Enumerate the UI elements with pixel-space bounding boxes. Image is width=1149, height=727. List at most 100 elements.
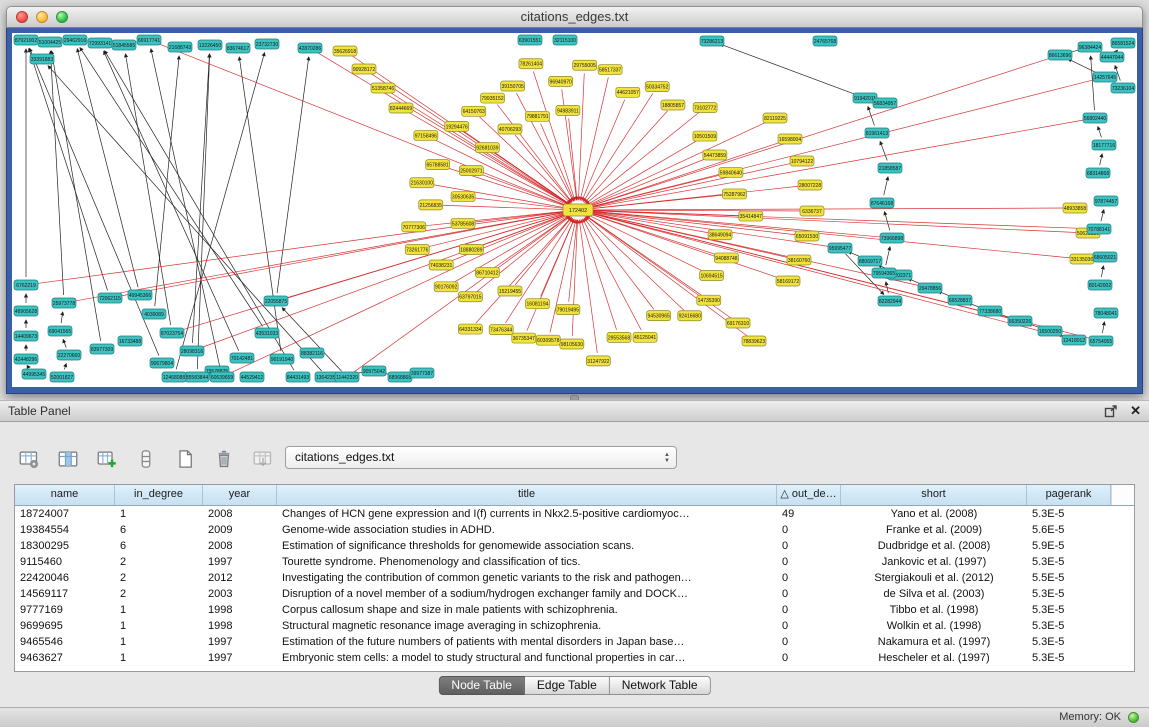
- graph-node[interactable]: 87921002: [14, 35, 38, 45]
- graph-node[interactable]: 73102772: [693, 103, 717, 113]
- graph-node[interactable]: 66350226: [1008, 316, 1032, 326]
- graph-node[interactable]: 16500250: [1038, 326, 1062, 336]
- graph-node[interactable]: 44529412: [240, 372, 264, 382]
- graph-node[interactable]: 82444669: [389, 103, 413, 113]
- graph-node[interactable]: 63797015: [458, 292, 482, 302]
- graph-node[interactable]: 65091530: [795, 231, 819, 241]
- graph-node[interactable]: 51358746: [371, 83, 395, 93]
- graph-node[interactable]: 80142002: [1088, 280, 1112, 290]
- graph-node[interactable]: 32115100: [553, 35, 577, 45]
- table-cell[interactable]: 1997: [203, 650, 277, 666]
- table-cell[interactable]: 5.5E-5: [1027, 570, 1111, 586]
- graph-node[interactable]: 23732730: [255, 39, 279, 49]
- graph-node[interactable]: 11442320: [335, 372, 359, 382]
- graph-node[interactable]: 31247922: [586, 356, 610, 366]
- graph-node[interactable]: 79019495: [556, 305, 580, 315]
- graph-node[interactable]: 48933858: [1063, 203, 1087, 213]
- table-cell[interactable]: 0: [777, 602, 841, 618]
- graph-node[interactable]: 28098316: [180, 346, 204, 356]
- graph-node[interactable]: 79881791: [525, 111, 549, 121]
- table-cell[interactable]: 18300295: [15, 538, 115, 554]
- graph-node[interactable]: 18880289: [459, 244, 483, 254]
- table-cell[interactable]: 2012: [203, 570, 277, 586]
- column-header-out-de-[interactable]: △ out_de…: [777, 485, 841, 505]
- graph-node[interactable]: 50334752: [645, 82, 669, 92]
- add-column-icon[interactable]: [94, 446, 120, 472]
- import-table-icon[interactable]: [250, 446, 276, 472]
- table-cell[interactable]: 49: [777, 506, 841, 522]
- table-row[interactable]: 969969511998Structural magnetic resonanc…: [15, 618, 1134, 634]
- table-cell[interactable]: Tourette syndrome. Phenomenology and cla…: [277, 554, 777, 570]
- table-cell[interactable]: 0: [777, 554, 841, 570]
- table-cell[interactable]: 5.3E-5: [1027, 650, 1111, 666]
- graph-node[interactable]: 73261776: [405, 244, 429, 254]
- table-cell[interactable]: de Silva et al. (2003): [841, 586, 1027, 602]
- table-cell[interactable]: 1: [115, 650, 203, 666]
- table-cell[interactable]: Disruption of a novel member of a sodium…: [277, 586, 777, 602]
- table-cell[interactable]: Structural magnetic resonance image aver…: [277, 618, 777, 634]
- table-cell[interactable]: 0: [777, 586, 841, 602]
- graph-node[interactable]: 79594365: [872, 268, 896, 278]
- table-cell[interactable]: 9465546: [15, 634, 115, 650]
- table-cell[interactable]: 6: [115, 522, 203, 538]
- graph-node[interactable]: 75287962: [722, 189, 746, 199]
- graph-node[interactable]: 16081194: [525, 299, 549, 309]
- graph-node[interactable]: 77338680: [978, 306, 1002, 316]
- graph-node[interactable]: 90975042: [362, 366, 386, 376]
- graph-node[interactable]: 22270660: [57, 350, 81, 360]
- table-cell[interactable]: 18724007: [15, 506, 115, 522]
- window-titlebar[interactable]: citations_edges.txt: [6, 6, 1143, 28]
- graph-node[interactable]: 53785608: [451, 218, 475, 228]
- table-row[interactable]: 1830029562008Estimation of significance …: [15, 538, 1134, 554]
- table-row[interactable]: 911546021997Tourette syndrome. Phenomeno…: [15, 554, 1134, 570]
- graph-node[interactable]: 21688743: [168, 42, 192, 52]
- graph-node[interactable]: 14257645: [1093, 72, 1117, 82]
- graph-node[interactable]: 60639659: [210, 372, 234, 382]
- graph-node[interactable]: 56834957: [873, 98, 897, 108]
- graph-node[interactable]: 58517337: [598, 65, 622, 75]
- table-cell[interactable]: Corpus callosum shape and size in male p…: [277, 602, 777, 618]
- graph-node[interactable]: 51004425: [38, 37, 62, 47]
- graph-node[interactable]: 90191940: [270, 354, 294, 364]
- table-cell[interactable]: 1: [115, 618, 203, 634]
- graph-node[interactable]: 86613696: [1048, 50, 1072, 60]
- graph-node[interactable]: 96940970: [549, 76, 573, 86]
- graph-node[interactable]: 36735347: [512, 333, 536, 343]
- graph-node[interactable]: 29755005: [573, 60, 597, 70]
- table-cell[interactable]: Franke et al. (2009): [841, 522, 1027, 538]
- memory-status-indicator[interactable]: [1128, 712, 1139, 723]
- table-cell[interactable]: Tibbo et al. (1998): [841, 602, 1027, 618]
- table-cell[interactable]: 0: [777, 634, 841, 650]
- graph-node[interactable]: 84431493: [286, 372, 310, 382]
- graph-node[interactable]: 39977387: [410, 368, 434, 378]
- graph-node[interactable]: 12468088: [162, 372, 186, 382]
- column-header-in-degree[interactable]: in_degree: [115, 485, 203, 505]
- table-cell[interactable]: 0: [777, 522, 841, 538]
- graph-node[interactable]: 52001827: [50, 372, 74, 382]
- graph-node[interactable]: 10794122: [790, 156, 814, 166]
- graph-node[interactable]: 60309578: [536, 335, 560, 345]
- graph-node[interactable]: 68605021: [1093, 252, 1117, 262]
- graph-node[interactable]: 90928172: [352, 64, 376, 74]
- graph-node[interactable]: 29462916: [63, 35, 87, 45]
- graph-node[interactable]: 78261404: [519, 59, 543, 69]
- graph-node[interactable]: 29478856: [918, 283, 942, 293]
- graph-node[interactable]: 4030089: [142, 309, 166, 319]
- table-cell[interactable]: 9115460: [15, 554, 115, 570]
- table-cell[interactable]: 1997: [203, 554, 277, 570]
- graph-node[interactable]: 96384424: [1078, 42, 1102, 52]
- table-cell[interactable]: 0: [777, 538, 841, 554]
- graph-node[interactable]: 40706293: [498, 124, 522, 134]
- graph-node[interactable]: 21630100: [410, 178, 434, 188]
- graph-node[interactable]: 70788141: [1087, 224, 1111, 234]
- table-cell[interactable]: 1: [115, 602, 203, 618]
- graph-node[interactable]: 44995345: [22, 369, 46, 379]
- table-cell[interactable]: Hescheler et al. (1997): [841, 650, 1027, 666]
- column-header-name[interactable]: name: [15, 485, 115, 505]
- graph-node[interactable]: 49945366: [128, 290, 152, 300]
- graph-node[interactable]: 63901551: [518, 35, 542, 45]
- table-cell[interactable]: 1998: [203, 602, 277, 618]
- graph-node[interactable]: 95995477: [828, 243, 852, 253]
- table-cell[interactable]: 2008: [203, 506, 277, 522]
- graph-node[interactable]: 44621057: [616, 87, 640, 97]
